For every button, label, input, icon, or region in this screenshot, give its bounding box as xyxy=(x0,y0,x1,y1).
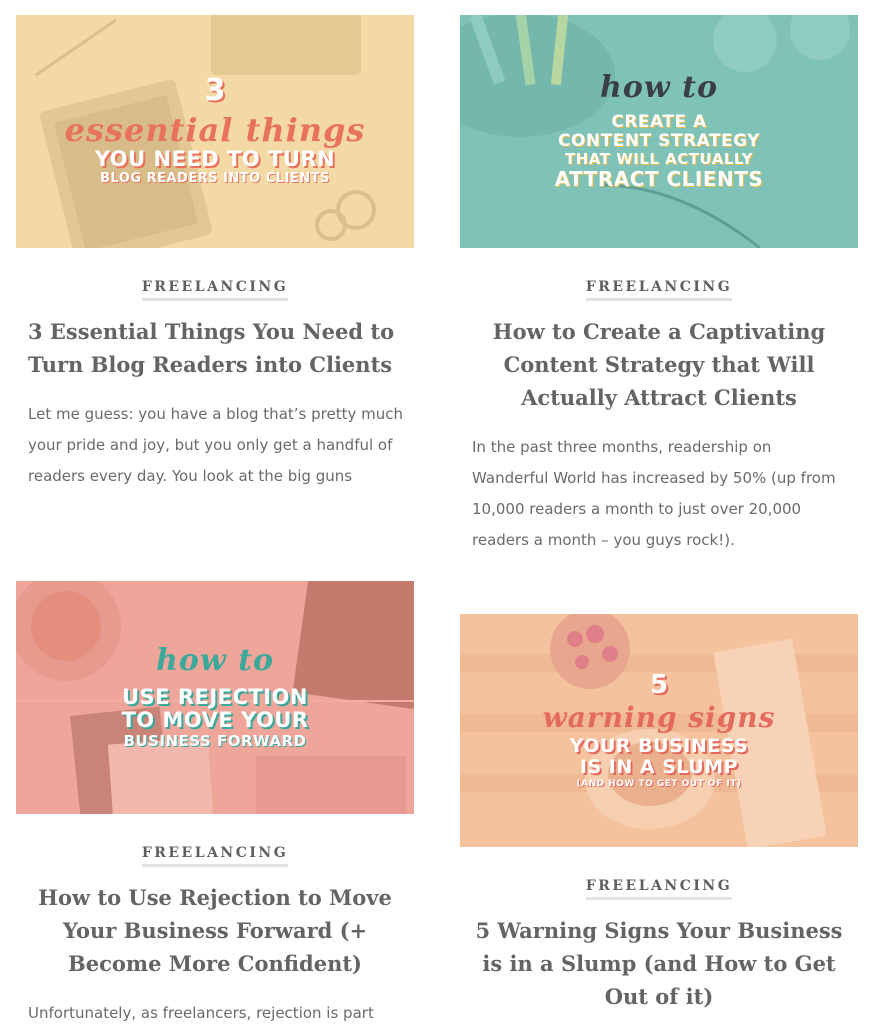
thumbnail-line: YOU NEED TO TURN xyxy=(94,147,336,172)
thumbnail-number: 5 xyxy=(649,670,669,701)
thumbnail-headline: how to CREATE A CONTENT STRATEGY THAT WI… xyxy=(460,15,858,248)
post-title[interactable]: 3 Essential Things You Need to Turn Blog… xyxy=(28,315,414,381)
post-card: how to USE REJECTION TO MOVE YOUR BUSINE… xyxy=(16,581,414,1029)
thumbnail-line: BLOG READERS INTO CLIENTS xyxy=(100,170,330,186)
thumbnail-script-text: warning signs xyxy=(542,701,776,735)
post-thumbnail[interactable]: 3 essential things YOU NEED TO TURN BLOG… xyxy=(16,15,414,248)
thumbnail-line: CONTENT STRATEGY xyxy=(558,130,760,151)
thumbnail-script-text: how to xyxy=(156,642,274,678)
post-thumbnail[interactable]: how to USE REJECTION TO MOVE YOUR BUSINE… xyxy=(16,581,414,814)
post-card: 3 essential things YOU NEED TO TURN BLOG… xyxy=(16,15,414,492)
thumbnail-script-text: essential things xyxy=(64,111,366,150)
post-thumbnail[interactable]: 5 warning signs YOUR BUSINESS IS IN A SL… xyxy=(460,614,858,847)
post-thumbnail[interactable]: how to CREATE A CONTENT STRATEGY THAT WI… xyxy=(460,15,858,248)
post-excerpt: In the past three months, readership on … xyxy=(472,438,836,549)
post-card: 5 warning signs YOUR BUSINESS IS IN A SL… xyxy=(460,614,858,1013)
thumbnail-line: USE REJECTION xyxy=(122,684,308,709)
thumbnail-line: BUSINESS FORWARD xyxy=(123,731,307,750)
post-card: how to CREATE A CONTENT STRATEGY THAT WI… xyxy=(460,15,858,556)
category-link[interactable]: FREELANCING xyxy=(585,279,733,301)
thumbnail-line: IS IN A SLUMP xyxy=(579,756,739,779)
post-excerpt: Unfortunately, as freelancers, rejection… xyxy=(28,1004,374,1022)
post-excerpt: Let me guess: you have a blog that’s pre… xyxy=(28,405,403,485)
post-title[interactable]: How to Create a Captivating Content Stra… xyxy=(460,315,858,414)
thumbnail-line: YOUR BUSINESS xyxy=(569,735,749,758)
post-title[interactable]: 5 Warning Signs Your Business is in a Sl… xyxy=(460,914,858,1013)
thumbnail-headline: 5 warning signs YOUR BUSINESS IS IN A SL… xyxy=(460,614,858,847)
category-link[interactable]: FREELANCING xyxy=(141,845,289,867)
thumbnail-line: (AND HOW TO GET OUT OF IT) xyxy=(576,778,742,789)
thumbnail-number: 3 xyxy=(204,73,226,109)
thumbnail-line: TO MOVE YOUR xyxy=(121,708,309,733)
thumbnail-headline: how to USE REJECTION TO MOVE YOUR BUSINE… xyxy=(16,581,414,814)
thumbnail-line: CREATE A xyxy=(611,111,707,132)
thumbnail-line: THAT WILL ACTUALLY xyxy=(565,149,753,168)
thumbnail-script-text: how to xyxy=(600,69,718,105)
category-link[interactable]: FREELANCING xyxy=(585,878,733,900)
thumbnail-headline: 3 essential things YOU NEED TO TURN BLOG… xyxy=(16,15,414,248)
thumbnail-line: ATTRACT CLIENTS xyxy=(554,166,764,191)
post-title[interactable]: How to Use Rejection to Move Your Busine… xyxy=(16,881,414,980)
category-link[interactable]: FREELANCING xyxy=(141,279,289,301)
